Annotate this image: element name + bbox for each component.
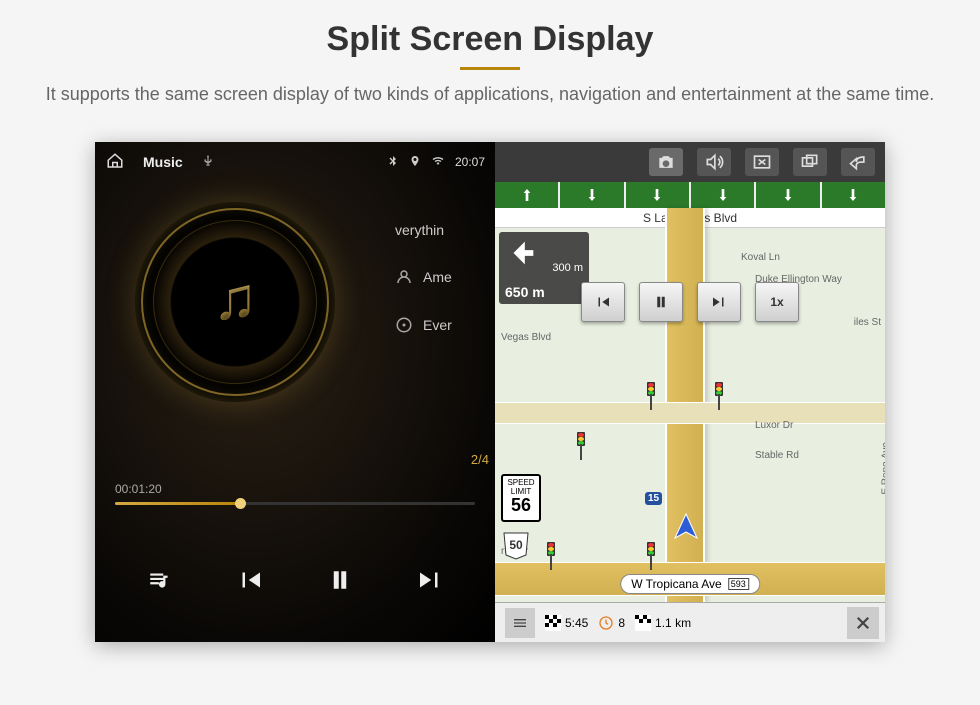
track-title: verythin: [395, 222, 444, 238]
street-label: iles St: [854, 317, 881, 328]
status-time: 20:07: [455, 155, 485, 169]
lane-guidance-bar: [495, 182, 885, 208]
track-index: 2/4: [471, 452, 489, 467]
svg-text:50: 50: [509, 538, 523, 552]
overlay-pause-button[interactable]: [639, 282, 683, 322]
close-app-button[interactable]: [745, 148, 779, 176]
current-street-tag: 593: [728, 578, 749, 590]
speed-limit-value: 56: [503, 496, 539, 514]
traffic-light-icon: [575, 432, 587, 460]
overlay-speed-button[interactable]: 1x: [755, 282, 799, 322]
prev-track-button[interactable]: [228, 558, 272, 602]
lane-arrow-down-icon: [845, 187, 861, 203]
traffic-light-icon: [713, 382, 725, 410]
clock-icon: [598, 615, 614, 631]
title-underline: [460, 67, 520, 70]
back-button[interactable]: [841, 148, 875, 176]
page-title: Split Screen Display: [0, 20, 980, 59]
lane-arrow-down-icon: [584, 187, 600, 203]
home-icon[interactable]: [105, 152, 125, 173]
music-pane: Music 20:07 ♫ verythin Ame: [95, 142, 495, 642]
lane-arrow-icon: [519, 187, 535, 203]
device-frame: Music 20:07 ♫ verythin Ame: [95, 142, 885, 642]
interstate-shield: 15: [645, 492, 662, 505]
speed-limit-sign: SPEED LIMIT 56: [501, 474, 541, 522]
disc-icon: [395, 316, 413, 334]
page-subtitle: It supports the same screen display of t…: [40, 82, 940, 107]
screenshot-button[interactable]: [649, 148, 683, 176]
track-title-row: verythin: [395, 222, 452, 238]
bluetooth-icon: [387, 155, 399, 170]
music-app-label: Music: [143, 154, 183, 170]
system-bar: [495, 142, 885, 182]
wifi-icon: [431, 155, 445, 170]
navigation-pane[interactable]: S Las Vegas Blvd 300 m 650 m Koval Ln Du…: [495, 182, 885, 642]
music-top-bar: Music 20:07: [95, 142, 495, 182]
traffic-light-icon: [545, 542, 557, 570]
street-label: Stable Rd: [755, 450, 799, 461]
progress-fill: [115, 502, 241, 505]
eta-value: 5:45: [565, 616, 588, 630]
map-media-overlay: 1x: [581, 282, 799, 322]
lane-arrow-down-icon: [649, 187, 665, 203]
artist-name: Ame: [423, 269, 452, 285]
turn-distance-primary: 650 m: [505, 284, 545, 300]
route-shield: 50: [501, 530, 531, 560]
next-track-button[interactable]: [408, 558, 452, 602]
album-name: Ever: [423, 317, 452, 333]
traffic-light-icon: [645, 542, 657, 570]
progress-bar[interactable]: [115, 502, 475, 505]
lane-arrow-down-icon: [715, 187, 731, 203]
person-icon: [395, 268, 413, 286]
usb-icon[interactable]: [201, 154, 215, 171]
info-group: 8: [598, 615, 625, 631]
street-label: Koval Ln: [741, 252, 780, 263]
street-label: Vegas Blvd: [501, 332, 551, 343]
turn-instruction-box: 300 m 650 m: [499, 232, 589, 304]
eta-group: 5:45: [545, 615, 588, 631]
turn-distance-secondary: 300 m: [552, 262, 583, 274]
current-street-pill: W Tropicana Ave 593: [620, 574, 760, 594]
distance-group: 1.1 km: [635, 615, 691, 631]
lane-arrow-down-icon: [780, 187, 796, 203]
artist-row: Ame: [395, 268, 452, 286]
info-value: 8: [618, 616, 625, 630]
turn-left-icon: [505, 261, 539, 273]
elapsed-time: 00:01:20: [115, 482, 162, 496]
album-row: Ever: [395, 316, 452, 334]
traffic-light-icon: [645, 382, 657, 410]
overlay-prev-button[interactable]: [581, 282, 625, 322]
speed-limit-label: SPEED LIMIT: [503, 478, 539, 496]
volume-button[interactable]: [697, 148, 731, 176]
current-street-name: W Tropicana Ave: [631, 577, 722, 591]
nav-menu-button[interactable]: [505, 608, 535, 638]
location-icon: [409, 155, 421, 170]
road-cross-1: [495, 402, 885, 424]
current-position-icon: [671, 512, 701, 542]
nav-bottom-bar: 5:45 8 1.1 km: [495, 602, 885, 642]
street-label: Luxor Dr: [755, 420, 793, 431]
street-label: E Reno Ave: [881, 442, 885, 495]
music-note-icon: ♫: [213, 264, 258, 333]
multitask-button[interactable]: [793, 148, 827, 176]
checkered-flag-icon: [545, 615, 561, 631]
pause-button[interactable]: [318, 558, 362, 602]
distance-value: 1.1 km: [655, 616, 691, 630]
overlay-next-button[interactable]: [697, 282, 741, 322]
nav-close-button[interactable]: [847, 607, 879, 639]
checkered-flag-icon: [635, 615, 651, 631]
playlist-button[interactable]: [138, 558, 182, 602]
album-art-ring: ♫: [135, 202, 335, 402]
